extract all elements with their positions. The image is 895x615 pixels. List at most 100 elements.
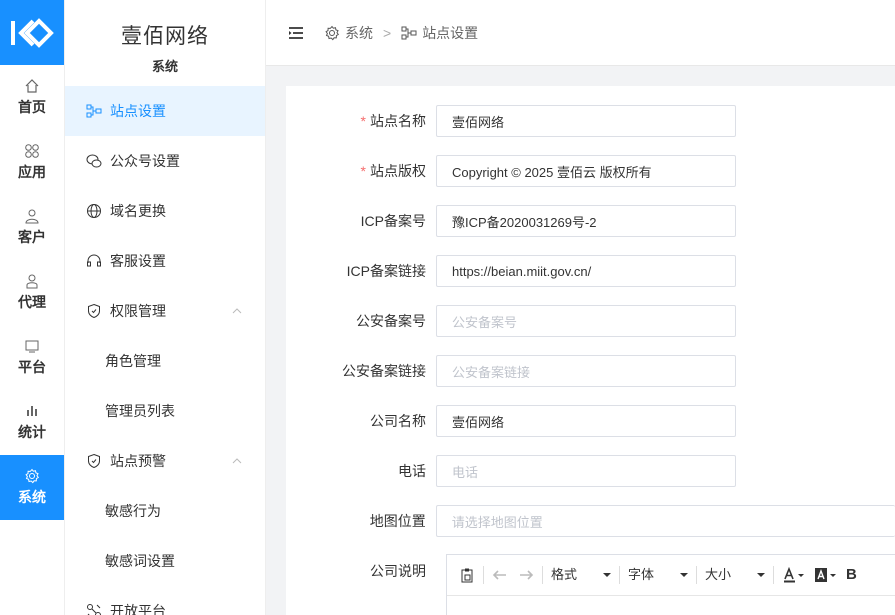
format-dropdown-label: 格式 bbox=[551, 567, 578, 582]
toolbar-divider bbox=[542, 566, 543, 584]
rail-item-apps[interactable]: 应用 bbox=[0, 130, 64, 195]
chevron-up-icon bbox=[231, 455, 243, 467]
font-dropdown-label: 字体 bbox=[628, 567, 655, 582]
rail-item-customers[interactable]: 客户 bbox=[0, 195, 64, 260]
breadcrumb-root[interactable]: 系统 bbox=[345, 23, 373, 43]
submenu-label: 公众号设置 bbox=[110, 153, 180, 169]
toolbar-divider bbox=[483, 566, 484, 584]
phone-input[interactable]: 电话 bbox=[436, 455, 736, 487]
wechat-icon bbox=[86, 153, 102, 169]
submenu-item-domain[interactable]: 域名更换 bbox=[65, 186, 265, 236]
submenu-item-roles[interactable]: 角色管理 bbox=[65, 336, 265, 386]
submenu-label: 权限管理 bbox=[110, 303, 166, 319]
caret-down-icon bbox=[603, 573, 611, 577]
toolbar-divider bbox=[696, 566, 697, 584]
open-platform-icon bbox=[86, 603, 102, 615]
submenu-item-permissions[interactable]: 权限管理 bbox=[65, 286, 265, 336]
police-number-input[interactable]: 公安备案号 bbox=[436, 305, 736, 337]
caret-down-icon bbox=[680, 573, 688, 577]
submenu-label: 开放平台 bbox=[110, 603, 166, 615]
submenu: 壹佰网络 系统 站点设置 公众号设置 域名更换 客服设置 权限管理 角色管理 管… bbox=[65, 0, 266, 615]
field-label: ICP备案号 bbox=[360, 213, 426, 229]
form-row-site-name: * 站点名称 壹佰网络 bbox=[286, 105, 895, 137]
format-dropdown[interactable]: 格式 bbox=[551, 568, 611, 582]
breadcrumb-current: 站点设置 bbox=[422, 24, 479, 41]
gear-icon bbox=[24, 468, 40, 484]
agent-icon bbox=[24, 273, 40, 289]
rail-item-label: 首页 bbox=[18, 99, 46, 115]
redo-icon[interactable] bbox=[518, 568, 534, 582]
submenu-item-site-settings[interactable]: 站点设置 bbox=[65, 86, 265, 136]
rail-item-agents[interactable]: 代理 bbox=[0, 260, 64, 325]
submenu-item-sensitive-behavior[interactable]: 敏感行为 bbox=[65, 486, 265, 536]
monitor-icon bbox=[24, 338, 40, 354]
top-header: 系统 > 站点设置 bbox=[266, 0, 895, 66]
submenu-item-open-platform[interactable]: 开放平台 bbox=[65, 586, 265, 615]
rail-item-platform[interactable]: 平台 bbox=[0, 325, 64, 390]
map-location-input[interactable]: 请选择地图位置 bbox=[435, 505, 895, 537]
form-row-site-copyright: * 站点版权 Copyright © 2025 壹佰云 版权所有 bbox=[286, 155, 895, 187]
submenu-item-wechat[interactable]: 公众号设置 bbox=[65, 136, 265, 186]
icp-link-input[interactable]: https://beian.miit.gov.cn/ bbox=[436, 255, 736, 287]
submenu-label: 敏感词设置 bbox=[105, 553, 175, 569]
submenu-item-customer-service[interactable]: 客服设置 bbox=[65, 236, 265, 286]
field-label: 公司名称 bbox=[370, 413, 426, 429]
company-name-input[interactable]: 壹佰网络 bbox=[436, 405, 736, 437]
bold-button[interactable]: B bbox=[846, 567, 857, 583]
collapse-menu-icon[interactable] bbox=[288, 26, 304, 40]
form-row-police-link: 公安备案链接 公安备案链接 bbox=[286, 355, 895, 387]
rail-item-label: 客户 bbox=[18, 229, 46, 245]
police-link-input[interactable]: 公安备案链接 bbox=[436, 355, 736, 387]
field-label: 公司说明 bbox=[370, 563, 426, 579]
text-color-icon[interactable] bbox=[782, 567, 806, 583]
rail-item-label: 代理 bbox=[18, 294, 46, 310]
form-row-icp-number: ICP备案号 豫ICP备2020031269号-2 bbox=[286, 205, 895, 237]
rail-item-label: 平台 bbox=[18, 359, 46, 375]
site-name-input[interactable]: 壹佰网络 bbox=[436, 105, 736, 137]
submenu-label: 敏感行为 bbox=[105, 503, 161, 519]
form-row-map-location: 地图位置 请选择地图位置 bbox=[286, 505, 895, 537]
breadcrumb: 系统 > 站点设置 bbox=[324, 23, 478, 43]
field-label: * 站点名称 bbox=[360, 113, 426, 129]
font-dropdown[interactable]: 字体 bbox=[628, 568, 688, 582]
size-dropdown[interactable]: 大小 bbox=[705, 568, 765, 582]
bar-chart-icon bbox=[24, 403, 40, 419]
rail-item-system[interactable]: 系统 bbox=[0, 455, 64, 520]
chevron-up-icon bbox=[231, 305, 243, 317]
field-label: * 站点版权 bbox=[360, 163, 426, 179]
apps-icon bbox=[24, 143, 40, 159]
site-settings-icon bbox=[86, 103, 102, 119]
app-logo[interactable] bbox=[0, 0, 64, 65]
submenu-item-sensitive-words[interactable]: 敏感词设置 bbox=[65, 536, 265, 586]
icon-rail: 首页 应用 客户 代理 平台 统计 系统 bbox=[0, 0, 65, 615]
icp-number-input[interactable]: 豫ICP备2020031269号-2 bbox=[436, 205, 736, 237]
toolbar-divider bbox=[619, 566, 620, 584]
shield-icon bbox=[86, 303, 102, 319]
brand-subtitle: 系统 bbox=[151, 59, 178, 74]
user-icon bbox=[24, 208, 40, 224]
background-color-icon[interactable] bbox=[814, 567, 838, 583]
form-row-police-number: 公安备案号 公安备案号 bbox=[286, 305, 895, 337]
field-label: 地图位置 bbox=[369, 513, 426, 529]
paste-icon[interactable] bbox=[459, 567, 475, 583]
rail-item-home[interactable]: 首页 bbox=[0, 65, 64, 130]
rail-item-stats[interactable]: 统计 bbox=[0, 390, 64, 455]
site-settings-icon bbox=[401, 25, 417, 41]
company-desc-editor[interactable]: 格式 字体 大小 B bbox=[446, 554, 895, 615]
field-label: 公安备案链接 bbox=[342, 363, 426, 379]
form-row-icp-link: ICP备案链接 https://beian.miit.gov.cn/ bbox=[286, 255, 895, 287]
submenu-label: 站点预警 bbox=[110, 453, 166, 469]
editor-toolbar: 格式 字体 大小 B bbox=[447, 555, 895, 596]
breadcrumb-separator: > bbox=[383, 24, 392, 41]
site-copyright-input[interactable]: Copyright © 2025 壹佰云 版权所有 bbox=[436, 155, 736, 187]
submenu-item-site-warning[interactable]: 站点预警 bbox=[65, 436, 265, 486]
submenu-item-admin-list[interactable]: 管理员列表 bbox=[65, 386, 265, 436]
submenu-label: 域名更换 bbox=[110, 203, 166, 219]
gear-icon bbox=[324, 25, 340, 41]
logo-icon bbox=[11, 17, 54, 48]
toolbar-divider bbox=[773, 566, 774, 584]
undo-icon[interactable] bbox=[492, 568, 508, 582]
rail-item-label: 系统 bbox=[18, 489, 46, 505]
form-row-phone: 电话 电话 bbox=[286, 455, 895, 487]
caret-down-icon bbox=[757, 573, 765, 577]
